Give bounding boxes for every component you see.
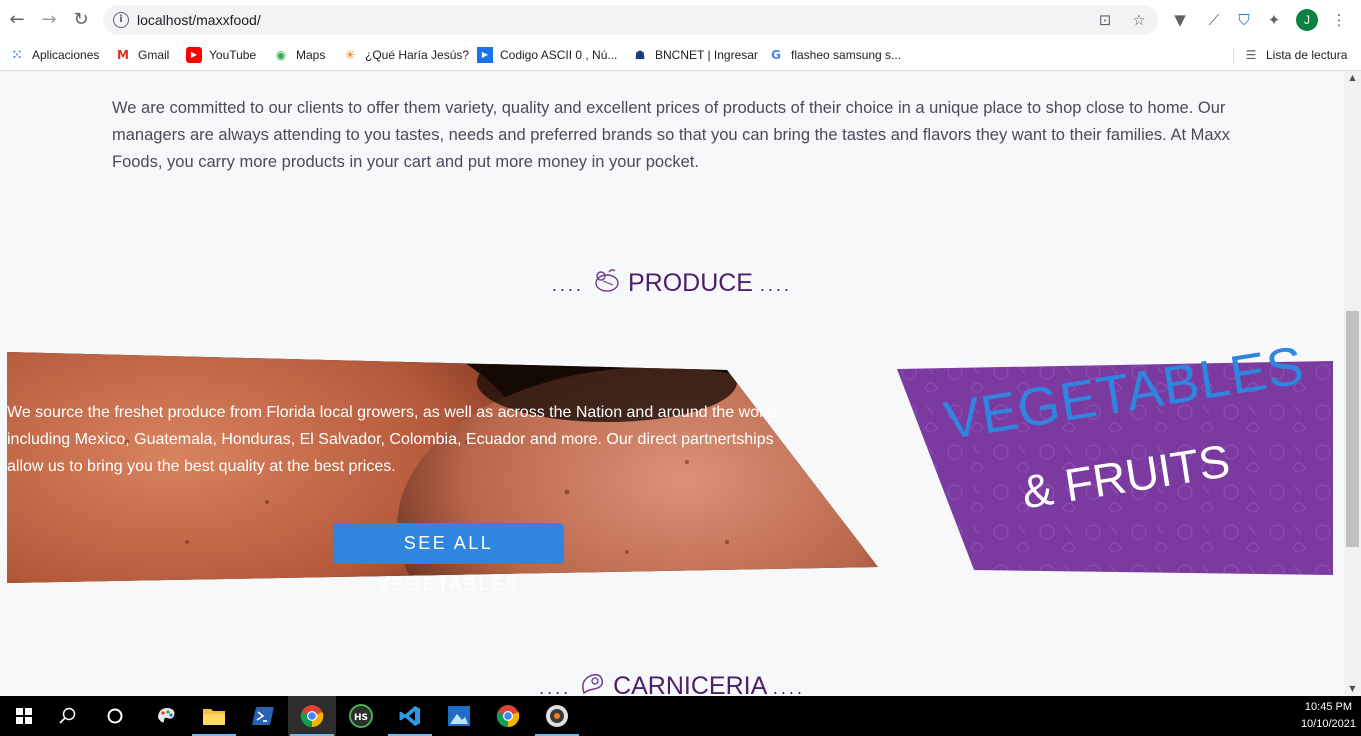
vscode-icon: [399, 706, 420, 726]
forward-icon[interactable]: →: [37, 8, 61, 32]
extensions-puzzle-icon[interactable]: ✦: [1264, 10, 1284, 30]
youtube-icon: ▶: [186, 47, 202, 63]
apps-grid-icon: ⁙: [11, 48, 23, 62]
bookmarks-bar: ⁙ Aplicaciones M Gmail ▶ YouTube ◉ Maps …: [0, 40, 1361, 71]
produce-description: We source the freshet produce from Flori…: [7, 404, 782, 475]
reading-list-button[interactable]: ☰ Lista de lectura: [1243, 45, 1348, 65]
scroll-thumb[interactable]: [1346, 311, 1359, 547]
bookmarks-divider: [1233, 48, 1234, 64]
taskbar-app-explorer[interactable]: [190, 696, 238, 736]
address-bar[interactable]: i localhost/maxxfood/ ⊡ ☆: [103, 5, 1158, 35]
clock-time: 10:45 PM: [1304, 701, 1353, 713]
bookmark-label: YouTube: [209, 48, 257, 62]
powershell-icon: [252, 707, 274, 725]
bookmark-label: Codigo ASCII 0 , Nú...: [500, 48, 618, 62]
title-dots-left: ....: [552, 275, 585, 296]
title-dots-right: ....: [772, 678, 805, 696]
page-viewport: We are committed to our clients to offer…: [0, 71, 1344, 696]
bookmark-que-haria[interactable]: ✳ ¿Qué Haría Jesús?: [342, 45, 469, 65]
paint-palette-icon: [158, 708, 175, 723]
bookmark-label: Maps: [296, 48, 326, 62]
shield-extension-icon[interactable]: ⛉: [1234, 10, 1254, 30]
gmail-icon: M: [117, 48, 129, 62]
chrome-icon: [496, 705, 520, 728]
folder-icon: [203, 709, 225, 725]
play-square-icon: ▶: [477, 47, 493, 63]
extension-slash-icon[interactable]: ⟋: [1204, 10, 1224, 30]
vue-extension-icon[interactable]: ▼: [1170, 10, 1190, 30]
back-icon[interactable]: ←: [5, 8, 29, 32]
bookmark-codigo-ascii[interactable]: ▶ Codigo ASCII 0 , Nú...: [477, 45, 617, 65]
browser-toolbar: ← → ↻ i localhost/maxxfood/ ⊡ ☆ ▼ ⟋ ⛉ ✦ …: [0, 0, 1361, 40]
scroll-down-icon[interactable]: ▼: [1344, 682, 1361, 696]
taskbar-app-hs[interactable]: HS: [337, 696, 385, 736]
title-dots-right: ....: [759, 275, 792, 296]
sparkle-icon: ✳: [344, 48, 356, 62]
google-icon: G: [771, 48, 781, 62]
photos-icon: [448, 706, 470, 726]
chrome-icon: [300, 705, 324, 728]
taskbar-app-chrome[interactable]: [484, 696, 532, 736]
system-clock[interactable]: 10:45 PM 10/10/2021: [1301, 699, 1356, 733]
url-text[interactable]: localhost/maxxfood/: [137, 12, 261, 28]
carniceria-title-text: CARNICERIA: [613, 672, 766, 696]
start-button[interactable]: [0, 696, 48, 736]
taskbar-app-paint[interactable]: [142, 696, 190, 736]
page-scrollbar[interactable]: ▲ ▼: [1344, 71, 1361, 696]
profile-avatar[interactable]: J: [1296, 9, 1318, 31]
info-icon[interactable]: i: [113, 12, 129, 28]
maps-pin-icon: ◉: [275, 48, 287, 62]
reading-list-label: Lista de lectura: [1266, 48, 1348, 62]
produce-title-text: PRODUCE: [627, 269, 753, 298]
windows-taskbar: HS 10:45 PM 10/10/2021: [0, 696, 1361, 736]
produce-section-title: .... PRODUCE ....: [0, 268, 1344, 301]
bookmark-label: ¿Qué Haría Jesús?: [365, 48, 470, 62]
menu-dots-icon[interactable]: ⋮: [1329, 10, 1349, 30]
reading-list-icon: ☰: [1245, 48, 1257, 62]
bookmark-maps[interactable]: ◉ Maps: [273, 45, 326, 65]
meat-icon: [578, 671, 606, 696]
bookmark-gmail[interactable]: M Gmail: [115, 45, 169, 65]
taskbar-app-photos[interactable]: [435, 696, 483, 736]
taskbar-app-chrome-active[interactable]: [288, 696, 336, 736]
taskbar-app-vscode[interactable]: [386, 696, 434, 736]
clock-date: 10/10/2021: [1300, 718, 1356, 730]
bookmark-star-icon[interactable]: ☆: [1130, 11, 1148, 29]
title-dots-left: ....: [539, 678, 572, 696]
scroll-up-icon[interactable]: ▲: [1344, 71, 1361, 85]
windows-logo-icon: [16, 708, 32, 724]
bookmark-bncnet[interactable]: ☗ BNCNET | Ingresar: [632, 45, 758, 65]
bank-icon: ☗: [634, 48, 646, 62]
bookmark-flasheo[interactable]: G flasheo samsung s...: [768, 45, 901, 65]
carniceria-section-title: .... CARNICERIA ....: [0, 671, 1344, 696]
taskbar-app-powershell[interactable]: [239, 696, 287, 736]
bookmark-label: Gmail: [138, 48, 170, 62]
intro-paragraph: We are committed to our clients to offer…: [112, 99, 1231, 171]
vegetables-icon: [591, 268, 621, 301]
cortana-circle-icon: [107, 708, 123, 724]
translate-icon[interactable]: ⊡: [1096, 11, 1114, 29]
bookmark-apps[interactable]: ⁙ Aplicaciones: [9, 45, 99, 65]
search-icon: [59, 707, 76, 724]
recorder-icon: [546, 705, 568, 727]
hs-app-icon: HS: [349, 704, 373, 728]
see-all-vegetables-button[interactable]: SEE ALL VEGETABLES: [333, 523, 564, 594]
search-button[interactable]: [44, 696, 92, 736]
taskbar-app-obs[interactable]: [533, 696, 581, 736]
bookmark-label: Aplicaciones: [32, 48, 100, 62]
bookmark-label: flasheo samsung s...: [791, 48, 902, 62]
bookmark-youtube[interactable]: ▶ YouTube: [186, 45, 256, 65]
svg-text:HS: HS: [354, 713, 368, 723]
bookmark-label: BNCNET | Ingresar: [655, 48, 758, 62]
reload-icon[interactable]: ↻: [69, 8, 93, 32]
task-view-button[interactable]: [91, 696, 139, 736]
